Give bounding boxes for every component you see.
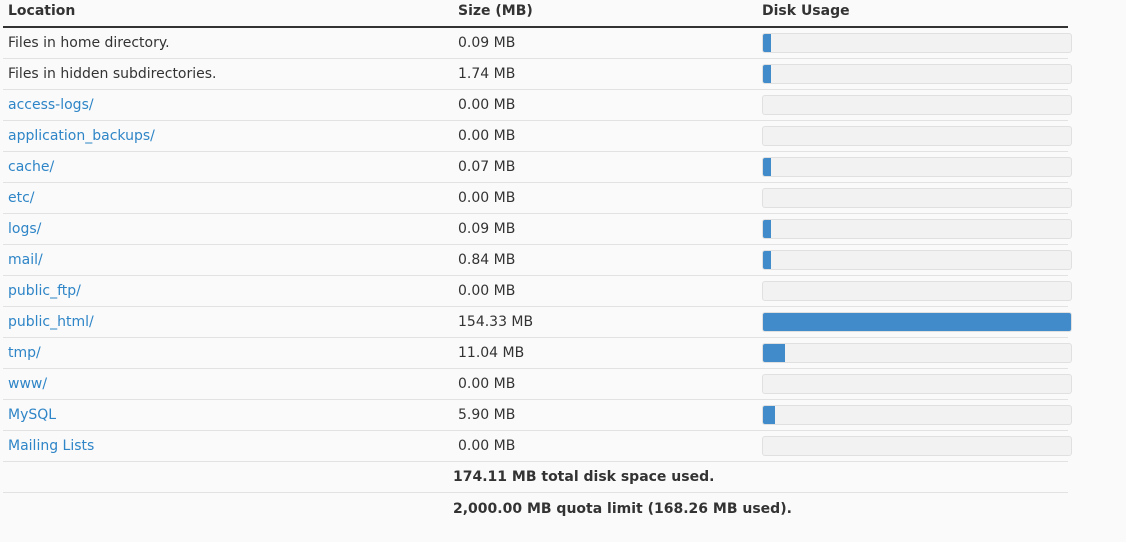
header-location[interactable]: Location	[3, 0, 453, 19]
header-size[interactable]: Size (MB)	[453, 0, 757, 19]
size-value: 0.84 MB	[458, 252, 516, 268]
size-value: 1.74 MB	[458, 66, 516, 82]
usage-bar-fill	[763, 34, 771, 52]
location-link[interactable]: tmp/	[3, 345, 453, 361]
size-value: 0.00 MB	[458, 376, 516, 392]
usage-bar	[762, 33, 1072, 53]
size-value: 0.09 MB	[458, 221, 516, 237]
disk-usage-table: Location Size (MB) Disk Usage Files in h…	[3, 0, 1072, 525]
usage-bar	[762, 343, 1072, 363]
location-link[interactable]: public_ftp/	[3, 283, 453, 299]
location-link[interactable]: mail/	[3, 252, 453, 268]
size-value: 0.00 MB	[458, 438, 516, 454]
table-row: public_ftp/0.00 MB	[3, 276, 1072, 307]
usage-bar	[762, 281, 1072, 301]
usage-bar-fill	[763, 406, 775, 424]
size-value: 0.00 MB	[458, 283, 516, 299]
disk-usage-cell	[757, 312, 1072, 332]
disk-usage-cell	[757, 281, 1072, 301]
table-row: mail/0.84 MB	[3, 245, 1072, 276]
table-row: access-logs/0.00 MB	[3, 90, 1072, 121]
size-value: 11.04 MB	[458, 345, 525, 361]
usage-bar-fill	[763, 344, 786, 362]
usage-bar	[762, 250, 1072, 270]
table-header: Location Size (MB) Disk Usage	[3, 0, 1068, 28]
usage-bar	[762, 436, 1072, 456]
location-link[interactable]: public_html/	[3, 314, 453, 330]
table-row: Files in home directory. 0.09 MB	[3, 28, 1072, 59]
size-value: 5.90 MB	[458, 407, 516, 423]
disk-usage-cell	[757, 188, 1072, 208]
table-row: tmp/11.04 MB	[3, 338, 1072, 369]
table-row: Files in hidden subdirectories. 1.74 MB	[3, 59, 1072, 90]
disk-usage-cell	[757, 64, 1072, 84]
disk-usage-cell	[757, 219, 1072, 239]
quota-limit: 2,000.00 MB quota limit (168.26 MB used)…	[453, 501, 792, 517]
location-link[interactable]: etc/	[3, 190, 453, 206]
usage-bar-fill	[763, 220, 771, 238]
location-link[interactable]: logs/	[3, 221, 453, 237]
disk-usage-cell	[757, 250, 1072, 270]
table-row: application_backups/0.00 MB	[3, 121, 1072, 152]
usage-bar-fill	[763, 158, 771, 176]
quota-row: 2,000.00 MB quota limit (168.26 MB used)…	[3, 493, 1068, 525]
size-value: 0.07 MB	[458, 159, 516, 175]
usage-bar	[762, 126, 1072, 146]
disk-usage-cell	[757, 405, 1072, 425]
table-row: www/0.00 MB	[3, 369, 1072, 400]
disk-usage-cell	[757, 436, 1072, 456]
location-link[interactable]: cache/	[3, 159, 453, 175]
location-link[interactable]: application_backups/	[3, 128, 453, 144]
usage-bar	[762, 405, 1072, 425]
table-row: cache/0.07 MB	[3, 152, 1072, 183]
size-value: 0.00 MB	[458, 128, 516, 144]
location-link[interactable]: www/	[3, 376, 453, 392]
size-value: 0.00 MB	[458, 190, 516, 206]
size-value: 0.09 MB	[458, 35, 516, 51]
size-value: 0.00 MB	[458, 97, 516, 113]
disk-usage-cell	[757, 157, 1072, 177]
disk-usage-cell	[757, 343, 1072, 363]
size-value: 154.33 MB	[458, 314, 534, 330]
table-row: public_html/154.33 MB	[3, 307, 1072, 338]
usage-bar	[762, 219, 1072, 239]
disk-usage-cell	[757, 126, 1072, 146]
usage-bar	[762, 188, 1072, 208]
table-row: MySQL 5.90 MB	[3, 400, 1072, 431]
disk-usage-cell	[757, 33, 1072, 53]
usage-bar	[762, 312, 1072, 332]
usage-bar-fill	[763, 313, 1071, 331]
table-row: Mailing Lists 0.00 MB	[3, 431, 1072, 462]
usage-bar	[762, 374, 1072, 394]
usage-bar	[762, 64, 1072, 84]
usage-bar-fill	[763, 251, 771, 269]
usage-bar	[762, 157, 1072, 177]
disk-usage-cell	[757, 95, 1072, 115]
location-label: Files in hidden subdirectories.	[8, 66, 217, 82]
location-label: Files in home directory.	[8, 35, 170, 51]
usage-bar	[762, 95, 1072, 115]
table-row: etc/0.00 MB	[3, 183, 1072, 214]
table-row: logs/0.09 MB	[3, 214, 1072, 245]
location-link[interactable]: MySQL	[3, 407, 453, 423]
total-row: 174.11 MB total disk space used.	[3, 462, 1068, 493]
total-disk-space: 174.11 MB total disk space used.	[453, 469, 715, 485]
location-link[interactable]: Mailing Lists	[3, 438, 453, 454]
disk-usage-cell	[757, 374, 1072, 394]
header-disk-usage[interactable]: Disk Usage	[757, 0, 1068, 19]
table-body: Files in home directory. 0.09 MB Files in …	[3, 28, 1072, 462]
location-link[interactable]: access-logs/	[3, 97, 453, 113]
usage-bar-fill	[763, 65, 771, 83]
